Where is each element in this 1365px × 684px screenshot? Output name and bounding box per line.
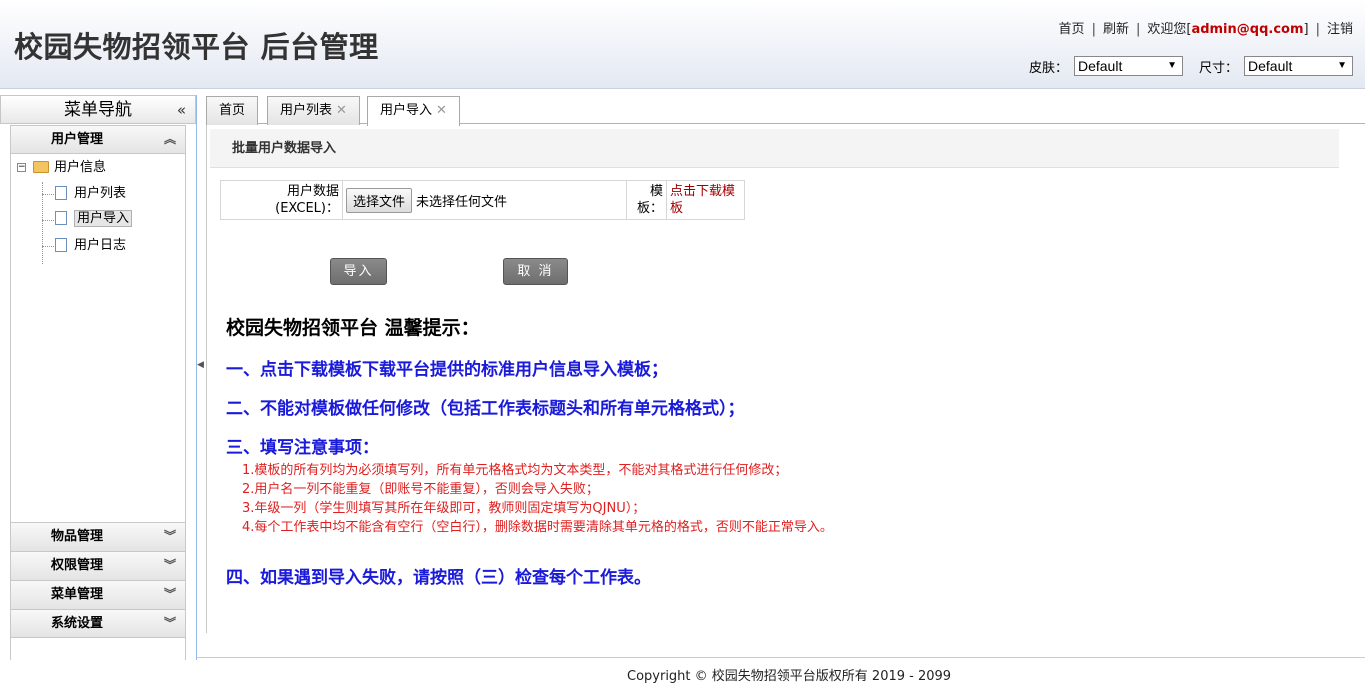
- panel-user-management[interactable]: 用户管理 ︽: [11, 125, 185, 154]
- file-input-cell: 选择文件 未选择任何文件: [342, 180, 627, 220]
- file-label-format: (EXCEL)：: [275, 201, 339, 216]
- download-template-link[interactable]: 点击下载模板: [670, 184, 735, 216]
- dropdown-arrow-icon: ▼: [1167, 60, 1177, 71]
- tab-content: 批量用户数据导入 用户数据 (EXCEL)： 选择文件 未选择任何文件 模 板： …: [206, 125, 1346, 684]
- tab-user-list[interactable]: 用户列表 ✕: [267, 96, 360, 125]
- panel-permission-management[interactable]: 权限管理 ︾: [11, 551, 185, 580]
- tree-connector: [42, 220, 54, 221]
- panel-label: 用户管理: [51, 132, 104, 147]
- template-link-text-2: 板: [670, 201, 684, 216]
- size-value: Default: [1248, 58, 1293, 74]
- collapsed-panels: 物品管理 ︾ 权限管理 ︾ 菜单管理 ︾ 系统设置 ︾: [11, 522, 185, 638]
- folder-open-icon: [33, 160, 49, 173]
- document-icon: [55, 185, 67, 200]
- collapse-icon[interactable]: ︽: [164, 126, 176, 153]
- cancel-button[interactable]: 取 消: [503, 258, 568, 285]
- splitter-arrow-icon[interactable]: ◀: [197, 360, 204, 370]
- welcome-suffix: ]: [1303, 22, 1309, 37]
- tree-node-label: 用户信息: [54, 160, 107, 175]
- file-label: 用户数据: [286, 184, 339, 199]
- tab-label: 用户导入: [380, 103, 433, 118]
- section-title: 批量用户数据导入: [210, 129, 1339, 168]
- expand-icon[interactable]: ︾: [164, 581, 176, 608]
- footer-divider: [197, 657, 1365, 658]
- tip-1: 一、点击下载模板下载平台提供的标准用户信息导入模板；: [226, 360, 668, 380]
- tab-label: 首页: [219, 103, 246, 118]
- document-icon: [55, 210, 67, 225]
- main-area: 首页 用户列表 ✕ 用户导入 ✕ 批量用户数据导入 用户数据 (EXCEL)： 选择…: [206, 95, 1365, 684]
- tree-node-label: 用户导入: [74, 210, 133, 227]
- tree-node-user-log[interactable]: 用户日志: [55, 236, 126, 256]
- app-title: 校园失物招领平台 后台管理: [14, 30, 379, 64]
- subtip-2: 2.用户名一列不能重复（即账号不能重复），否则会导入失败；: [242, 482, 599, 497]
- panel-menu-management[interactable]: 菜单管理 ︾: [11, 580, 185, 609]
- tree-connector: [42, 246, 54, 247]
- panel-label: 物品管理: [51, 529, 104, 544]
- top-links: 首页 | 刷新 | 欢迎您[admin@qq.com] | 注销: [1058, 22, 1353, 37]
- current-user: admin@qq.com: [1191, 22, 1304, 37]
- subtip-1: 1.模板的所有列均为必须填写列，所有单元格格式均为文本类型，不能对其格式进行任何…: [242, 463, 788, 478]
- logout-link[interactable]: 注销: [1327, 22, 1353, 37]
- tree-node-user-import[interactable]: 用户导入: [55, 209, 133, 229]
- collapse-left-icon[interactable]: «: [177, 96, 186, 124]
- tab-home[interactable]: 首页: [206, 96, 259, 125]
- template-label-2: 板：: [636, 201, 663, 216]
- nav-accordion: 用户管理 ︽ − 用户信息 用户列表 用户导入 用户日志 物品管理 ︾ 权限管理…: [10, 125, 186, 660]
- skin-value: Default: [1077, 58, 1123, 74]
- file-label-cell: 用户数据 (EXCEL)：: [220, 180, 343, 220]
- tab-bar: 首页 用户列表 ✕ 用户导入 ✕: [206, 95, 1365, 126]
- user-tree: − 用户信息 用户列表 用户导入 用户日志: [11, 154, 185, 520]
- header: 校园失物招领平台 后台管理 首页 | 刷新 | 欢迎您[admin@qq.com] | 注销…: [0, 0, 1365, 89]
- theme-selectors: 皮肤： Default ▼ 尺寸： Default ▼: [1029, 56, 1353, 76]
- import-button[interactable]: 导入: [330, 258, 387, 285]
- panel-item-management[interactable]: 物品管理 ︾: [11, 522, 185, 551]
- nav-title-bar: 菜单导航 «: [0, 95, 196, 124]
- close-icon[interactable]: ✕: [436, 103, 447, 118]
- subtip-3: 3.年级一列（学生则填写其所在年级即可，教师则固定填写为QJNU）；: [242, 501, 646, 516]
- tree-connector: [42, 194, 54, 195]
- import-form: 用户数据 (EXCEL)： 选择文件 未选择任何文件 模 板： 点击下载模板: [220, 180, 745, 220]
- panel-label: 权限管理: [51, 558, 104, 573]
- tree-node-user-info[interactable]: 用户信息: [33, 158, 106, 178]
- tip-2: 二、不能对模板做任何修改（包括工作表标题头和所有单元格格式）；: [226, 399, 745, 419]
- refresh-link[interactable]: 刷新: [1103, 22, 1129, 37]
- document-icon: [55, 237, 67, 252]
- choose-file-button[interactable]: 选择文件: [346, 187, 413, 213]
- tree-node-label: 用户列表: [74, 186, 127, 201]
- tips-title: 校园失物招领平台 温馨提示：: [226, 317, 480, 339]
- nav-title: 菜单导航: [64, 100, 132, 120]
- expand-icon[interactable]: ︾: [164, 610, 176, 637]
- tree-node-label: 用户日志: [74, 238, 127, 253]
- footer-copyright: Copyright © 校园失物招领平台版权所有 2019 - 2099: [627, 669, 952, 684]
- dropdown-arrow-icon: ▼: [1337, 60, 1347, 71]
- skin-select[interactable]: Default ▼: [1073, 56, 1183, 76]
- tip-4: 四、如果遇到导入失败，请按照（三）检查每个工作表。: [226, 568, 651, 588]
- expand-icon[interactable]: ︾: [164, 552, 176, 579]
- panel-system-settings[interactable]: 系统设置 ︾: [11, 609, 185, 638]
- subtip-4: 4.每个工作表中均不能含有空行（空白行），删除数据时需要清除其单元格的格式，否则…: [242, 520, 833, 535]
- file-status: 未选择任何文件: [416, 194, 508, 210]
- close-icon[interactable]: ✕: [336, 103, 347, 118]
- size-select[interactable]: Default ▼: [1244, 56, 1353, 76]
- home-link[interactable]: 首页: [1059, 22, 1085, 37]
- expand-icon[interactable]: ︾: [164, 523, 176, 550]
- panel-label: 系统设置: [51, 616, 104, 631]
- tree-toggle-icon[interactable]: −: [17, 163, 26, 172]
- template-link-cell: 点击下载模板: [666, 180, 745, 220]
- tab-user-import[interactable]: 用户导入 ✕: [367, 96, 460, 126]
- template-link-text: 点击下载模: [670, 184, 736, 199]
- template-label-cell: 模 板：: [626, 180, 667, 220]
- welcome-prefix: 欢迎您[: [1147, 22, 1192, 37]
- tab-label: 用户列表: [280, 103, 333, 118]
- tip-3: 三、填写注意事项：: [226, 438, 379, 458]
- tree-node-user-list[interactable]: 用户列表: [55, 184, 126, 204]
- template-label: 模: [649, 184, 663, 199]
- skin-label: 皮肤：: [1028, 60, 1068, 76]
- panel-label: 菜单管理: [51, 587, 104, 602]
- size-label: 尺寸：: [1198, 60, 1238, 76]
- left-nav: 菜单导航 « 用户管理 ︽ − 用户信息 用户列表 用户导入 用户日志 物品管理…: [0, 95, 197, 660]
